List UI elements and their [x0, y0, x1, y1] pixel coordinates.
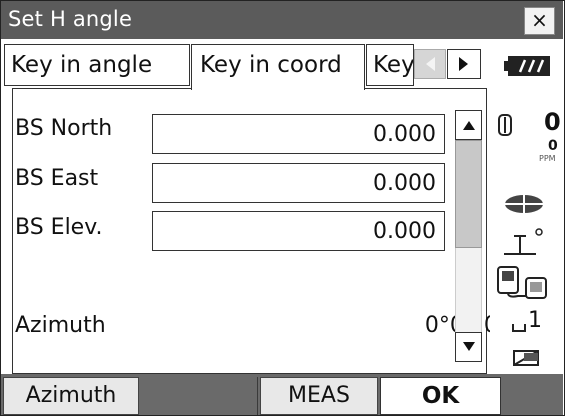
- ppm-value: 0: [548, 138, 558, 154]
- battery-icon[interactable]: [504, 55, 552, 81]
- bs-elev-input[interactable]: 0.000: [152, 211, 445, 251]
- tab-scroll-left-button[interactable]: [414, 49, 446, 79]
- prism-icon[interactable]: [498, 114, 512, 140]
- input-mode-value: 1: [528, 308, 542, 333]
- tab-key-in-angle[interactable]: Key in angle: [4, 44, 190, 86]
- window-title: Set H angle: [8, 7, 133, 31]
- vertical-scrollbar[interactable]: [455, 110, 482, 362]
- bs-elev-label: BS Elev.: [15, 215, 103, 240]
- scroll-thumb[interactable]: [455, 140, 482, 248]
- tilt-icon[interactable]: [502, 224, 546, 260]
- triangle-up-icon: [463, 121, 475, 130]
- ppm-unit: PPM: [539, 154, 556, 163]
- scroll-track[interactable]: [455, 248, 482, 332]
- bs-north-input[interactable]: 0.000: [152, 114, 445, 154]
- target-type-icon[interactable]: [504, 194, 544, 218]
- tab-scroll-right-button[interactable]: [447, 49, 481, 79]
- scroll-up-button[interactable]: [455, 110, 482, 140]
- azimuth-softkey[interactable]: Azimuth: [3, 377, 139, 415]
- azimuth-label: Azimuth: [15, 313, 106, 338]
- triangle-left-icon: [426, 57, 435, 71]
- communication-icon[interactable]: [496, 266, 550, 304]
- tab-key-in-coord[interactable]: Key in coord: [191, 44, 365, 90]
- status-column: 0 0 PPM 1: [490, 44, 563, 374]
- meas-softkey[interactable]: MEAS: [260, 377, 378, 415]
- tab-key-in-more[interactable]: Key: [366, 44, 414, 86]
- close-button[interactable]: ×: [524, 7, 555, 35]
- title-bar: Set H angle ×: [1, 1, 563, 39]
- memory-icon[interactable]: [512, 347, 542, 373]
- empty-softkey-2[interactable]: [503, 377, 563, 415]
- softkey-bar: Azimuth MEAS OK: [1, 374, 563, 415]
- ok-softkey[interactable]: OK: [380, 377, 501, 415]
- triangle-right-icon: [459, 57, 468, 71]
- scroll-down-button[interactable]: [455, 332, 482, 362]
- bs-north-label: BS North: [15, 116, 113, 141]
- triangle-down-icon: [463, 342, 475, 351]
- close-icon: ×: [531, 8, 548, 32]
- prism-constant-value: 0: [544, 108, 561, 136]
- bs-east-input[interactable]: 0.000: [152, 163, 445, 203]
- bs-east-label: BS East: [15, 166, 99, 191]
- empty-softkey-1[interactable]: [141, 377, 258, 415]
- input-mode-icon[interactable]: [512, 318, 526, 337]
